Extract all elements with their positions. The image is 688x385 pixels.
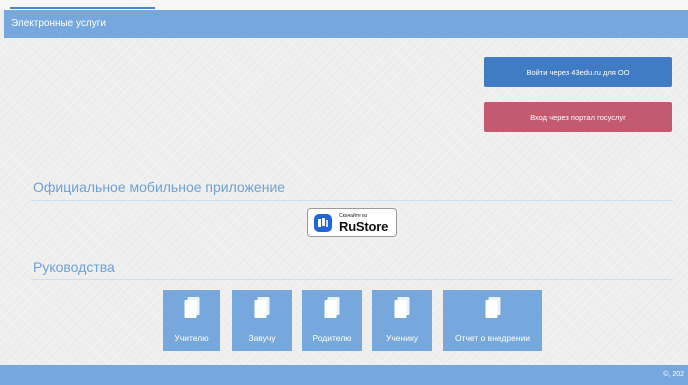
login-43edu-label: Войти через 43edu.ru для ОО [526, 67, 630, 77]
document-icon [324, 297, 340, 320]
guides-section-divider [31, 279, 673, 280]
top-link-underline[interactable] [10, 0, 155, 9]
guides-section-title: Руководства [33, 259, 115, 275]
guide-head-teacher-label: Завучу [248, 333, 276, 343]
login-gosuslugi-button[interactable]: Вход через портал госуслуг [484, 102, 672, 132]
document-icon [394, 297, 410, 320]
guide-teacher-tile[interactable]: Учителю [163, 290, 220, 351]
page-footer: ©, 202 [0, 365, 688, 385]
rustore-icon [314, 214, 332, 232]
guide-parent-label: Родителю [312, 333, 352, 343]
header-title: Электронные услуги [11, 18, 106, 29]
mobile-section-divider [31, 200, 673, 201]
rustore-name: RuStore [339, 219, 389, 234]
page-header: Электронные услуги [4, 10, 688, 38]
login-43edu-button[interactable]: Войти через 43edu.ru для ОО [484, 57, 672, 87]
guide-head-teacher-tile[interactable]: Завучу [232, 290, 292, 351]
document-icon [485, 297, 500, 320]
document-icon [184, 297, 199, 320]
document-icon [254, 297, 270, 320]
guide-teacher-label: Учителю [174, 333, 209, 343]
login-gosuslugi-label: Вход через портал госуслуг [530, 112, 626, 122]
guide-student-label: Ученику [385, 333, 419, 343]
guide-parent-tile[interactable]: Родителю [302, 290, 362, 351]
guide-student-tile[interactable]: Ученику [372, 290, 432, 351]
guide-implementation-report-tile[interactable]: Отчет о внедрении [443, 290, 542, 351]
rustore-badge[interactable]: Скачайте из RuStore [307, 208, 397, 237]
footer-copyright: ©, 202 [663, 371, 684, 378]
guide-implementation-report-label: Отчет о внедрении [454, 333, 531, 343]
mobile-section-title: Официальное мобильное приложение [33, 179, 286, 195]
